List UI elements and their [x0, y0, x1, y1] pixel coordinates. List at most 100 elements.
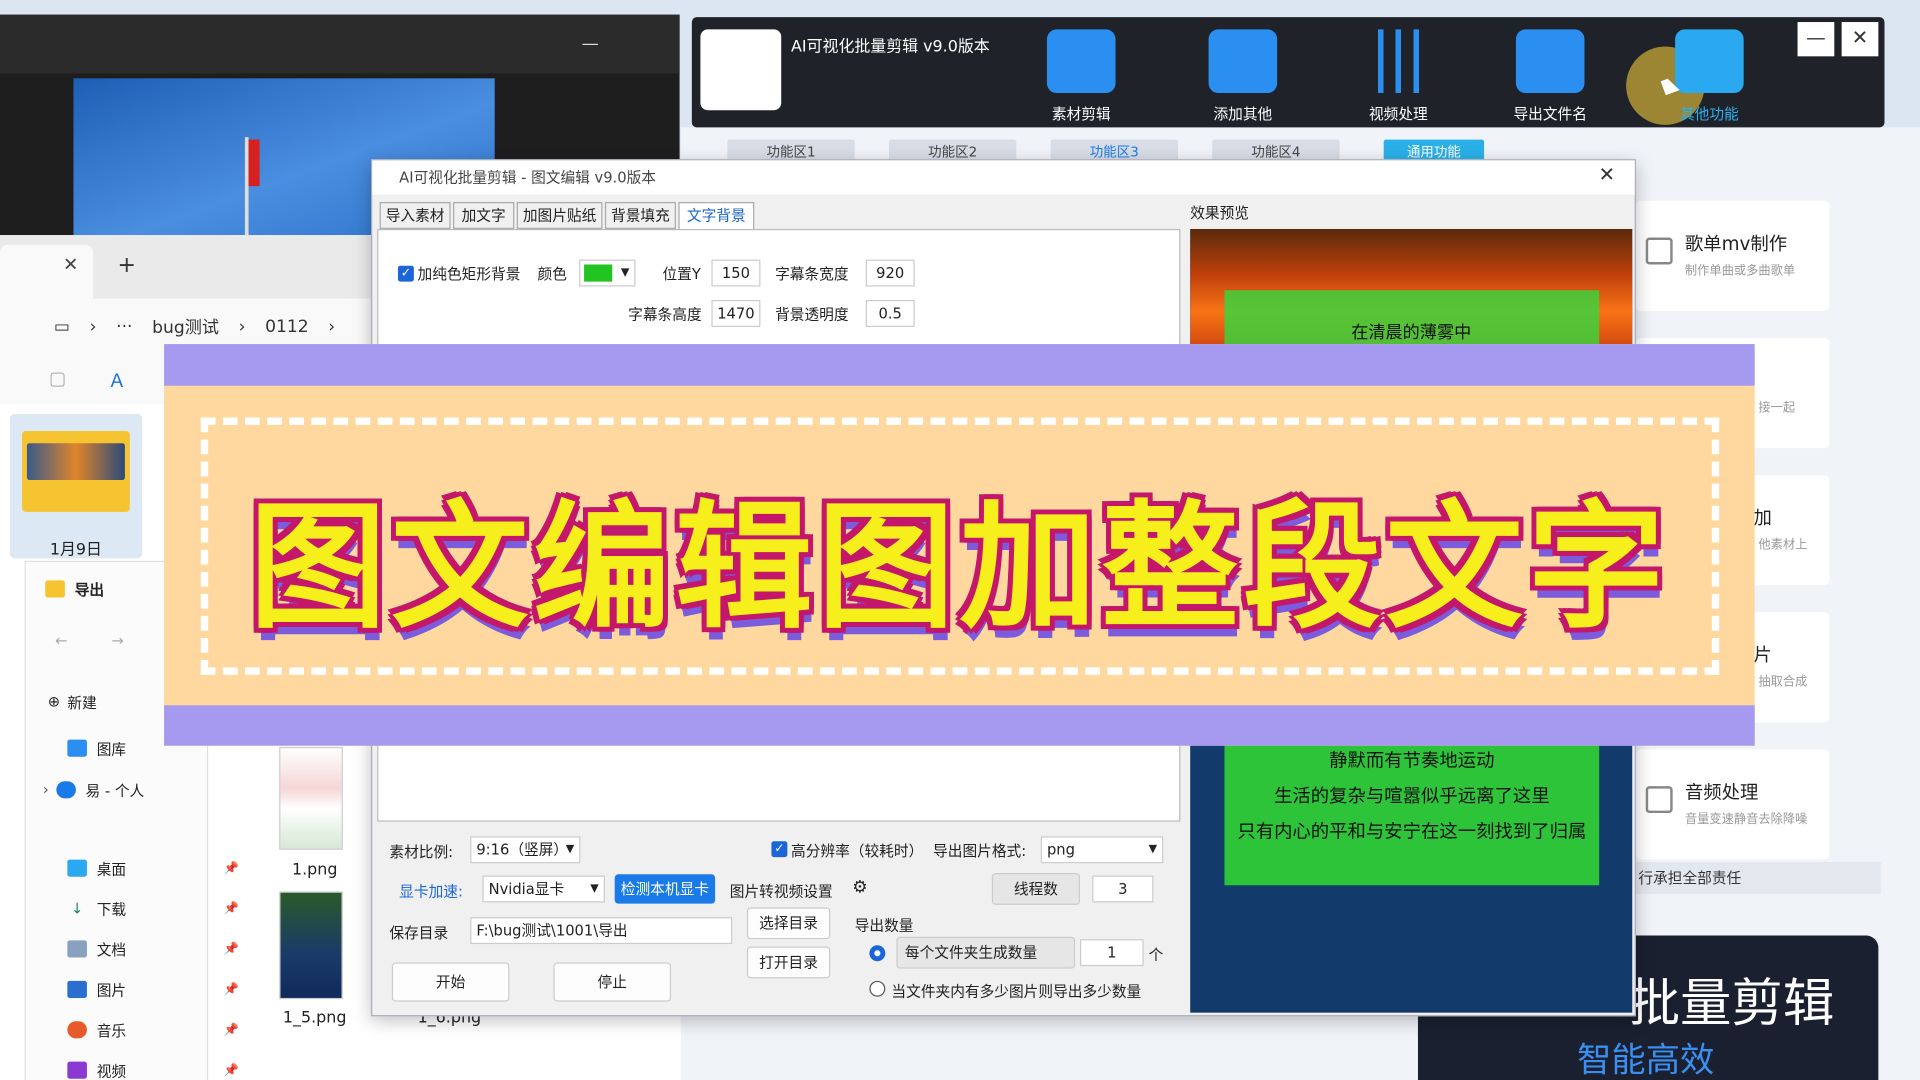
detect-gpu-button[interactable]: 检测本机显卡	[614, 874, 716, 904]
nav-item-music[interactable]: 音乐 📌	[67, 1015, 251, 1044]
hires-checkbox[interactable]: ✓	[771, 841, 788, 858]
export-file-icon	[1515, 29, 1585, 94]
chevron-right-icon: ›	[238, 317, 246, 337]
gpu-value: Nvidia显卡	[488, 880, 565, 898]
nav-item-downloads[interactable]: ↓ 下载 📌	[67, 894, 251, 923]
bg-checkbox-label: 加纯色矩形背景	[417, 265, 521, 283]
pin-icon[interactable]: 📌	[224, 983, 239, 996]
all-images-radio[interactable]	[869, 980, 886, 997]
start-button[interactable]: 开始	[391, 962, 510, 1002]
tab-bg-fill[interactable]: 背景填充	[604, 202, 676, 229]
opacity-label: 背景透明度	[775, 306, 849, 324]
download-icon: ↓	[70, 900, 84, 918]
per-folder-input[interactable]: 1	[1080, 939, 1144, 967]
rename-icon[interactable]: Ａ	[108, 367, 126, 393]
tab-add-text[interactable]: 加文字	[453, 202, 515, 229]
bar-height-input[interactable]: 1470	[711, 300, 761, 327]
folder-item[interactable]: 1月9日	[9, 413, 143, 560]
file-thumbnail-1[interactable]	[279, 746, 343, 850]
forward-icon[interactable]: →	[112, 632, 124, 649]
tab-import[interactable]: 导入素材	[379, 202, 451, 229]
explorer-tab[interactable]: ✕	[0, 244, 94, 299]
dialog-title: AI可视化批量剪辑 - 图文编辑 v9.0版本	[372, 160, 1635, 195]
card-sub: 接一起	[1758, 401, 1796, 416]
close-button[interactable]: ✕	[1841, 22, 1879, 57]
file-thumbnail-2[interactable]	[279, 891, 343, 1000]
nav-label: 音乐	[96, 1021, 127, 1039]
card-mv[interactable]: 歌单mv制作 制作单曲或多曲歌单	[1635, 200, 1830, 312]
bg-checkbox[interactable]: ✓	[397, 265, 414, 282]
per-folder-label-box: 每个文件夹生成数量	[896, 936, 1076, 969]
banner-headline: 图文编辑图加整段文字	[249, 488, 1670, 648]
ratio-value: 9:16（竖屏）	[476, 841, 569, 859]
nav-item-pictures[interactable]: 图片 📌	[67, 975, 251, 1004]
minimize-button[interactable]: —	[1797, 22, 1835, 57]
open-dir-button[interactable]: 打开目录	[746, 946, 831, 979]
nav-label: 图库	[96, 740, 127, 758]
minimize-button[interactable]: —	[582, 34, 599, 54]
nav-label: 易 - 个人	[85, 781, 145, 799]
nav-item-desktop[interactable]: 桌面 📌	[67, 853, 251, 882]
threads-input[interactable]: 3	[1092, 875, 1154, 903]
save-path-input[interactable]: F:\bug测试\1001\导出	[470, 917, 733, 945]
pos-y-input[interactable]: 150	[711, 259, 761, 287]
nav-item-videos[interactable]: 视频 📌	[67, 1056, 251, 1080]
chevron-down-icon: ▼	[590, 882, 599, 896]
all-images-label: 当文件夹内有多少图片则导出多少数量	[891, 983, 1142, 1001]
chevron-right-icon: ›	[328, 317, 336, 337]
opacity-input[interactable]: 0.5	[865, 300, 915, 327]
music-icon	[67, 1021, 87, 1039]
sliders-icon	[1364, 29, 1433, 94]
tab-sticker[interactable]: 加图片贴纸	[516, 202, 603, 229]
format-select[interactable]: png ▼	[1040, 836, 1164, 864]
pin-icon[interactable]: 📌	[224, 942, 239, 955]
per-folder-radio[interactable]	[869, 945, 886, 962]
back-icon[interactable]: ←	[55, 632, 67, 649]
toolbar-label: 导出文件名	[1513, 105, 1587, 123]
tab-text-bg[interactable]: 文字背景	[678, 202, 755, 231]
new-tab-icon[interactable]: +	[118, 252, 136, 278]
toolbar-button-other[interactable]: 其他功能	[1648, 29, 1770, 123]
promo-subtitle: 智能高效	[1577, 1039, 1715, 1080]
pin-icon[interactable]: 📌	[224, 902, 239, 915]
new-label: 新建	[67, 693, 97, 711]
more-icon[interactable]: ···	[116, 317, 132, 337]
toolbar-button-clip[interactable]: 素材剪辑	[1020, 29, 1142, 123]
ratio-select[interactable]: 9:16（竖屏） ▼	[470, 836, 581, 864]
pin-icon[interactable]: 📌	[224, 1023, 239, 1036]
choose-dir-button[interactable]: 选择目录	[746, 907, 831, 940]
toolbar-label: 视频处理	[1368, 105, 1428, 123]
pin-icon[interactable]: 📌	[224, 861, 239, 874]
nav-item-cloud[interactable]: › 易 - 个人	[43, 775, 227, 804]
gpu-select[interactable]: Nvidia显卡 ▼	[482, 875, 605, 903]
clapperboard-icon	[1046, 29, 1116, 94]
toolbar-button-add[interactable]: 添加其他	[1182, 29, 1304, 123]
breadcrumb-0112[interactable]: 0112	[265, 317, 309, 337]
toolbar-label: 素材剪辑	[1051, 105, 1111, 123]
color-picker[interactable]: ▼	[579, 259, 636, 287]
app-title: AI可视化批量剪辑 v9.0版本	[791, 37, 990, 57]
grid-apps-icon	[1675, 29, 1744, 94]
card-audio[interactable]: 音频处理 音量变速静音去除降噪	[1635, 749, 1830, 860]
paste-icon[interactable]: ▢	[49, 367, 66, 389]
nav-label: 文档	[96, 941, 127, 959]
gear-icon[interactable]: ⚙	[852, 878, 867, 898]
nav-item-documents[interactable]: 文档 📌	[67, 934, 251, 963]
nav-label: 下载	[96, 900, 127, 918]
toolbar-button-video[interactable]: 视频处理	[1337, 29, 1459, 123]
chevron-right-icon: ›	[42, 781, 49, 799]
per-folder-label: 每个文件夹生成数量	[904, 944, 1038, 962]
pin-icon[interactable]: 📌	[224, 1063, 239, 1076]
title-banner: 图文编辑图加整段文字	[164, 344, 1755, 746]
toolbar-button-export[interactable]: 导出文件名	[1489, 29, 1611, 123]
breadcrumb-bug[interactable]: bug测试	[152, 315, 219, 339]
bar-width-input[interactable]: 920	[865, 259, 915, 287]
card-title: 加	[1753, 506, 1772, 529]
pos-y-label: 位置Y	[662, 265, 701, 283]
close-icon[interactable]: ✕	[1599, 163, 1615, 186]
banner-top-bar	[164, 344, 1755, 386]
pictures-icon	[67, 980, 87, 998]
stop-button[interactable]: 停止	[553, 962, 672, 1002]
color-swatch	[584, 264, 613, 282]
close-tab-icon[interactable]: ✕	[63, 253, 78, 275]
